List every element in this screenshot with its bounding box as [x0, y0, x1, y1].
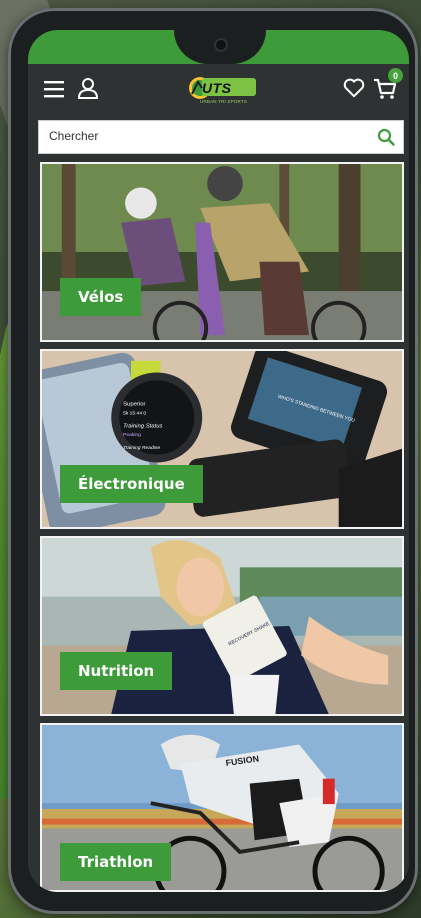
user-icon[interactable]: [76, 76, 100, 100]
search-icon[interactable]: [377, 128, 395, 146]
category-card-nutrition[interactable]: RECOVERY SHAKE Nutrition: [40, 536, 404, 716]
menu-icon[interactable]: [44, 78, 66, 100]
category-label: Vélos: [60, 278, 142, 316]
category-label: Nutrition: [60, 652, 173, 690]
phone-frame: UTS URBAN TRI SPORTS 0 Chercher Vélos Su…: [8, 8, 418, 914]
watch-text: Peaking: [123, 432, 141, 438]
logo-text: UTS: [202, 80, 232, 96]
search-input[interactable]: [49, 129, 349, 143]
category-card-velos[interactable]: Vélos: [40, 162, 404, 342]
front-camera: [214, 38, 228, 52]
cart-count-badge: 0: [388, 68, 403, 83]
category-list: Vélos Superior 5k 15:44 0 Training Statu…: [28, 156, 409, 892]
search-bar-container: [28, 116, 409, 156]
watch-text: Superior: [123, 402, 145, 408]
heart-icon[interactable]: [342, 76, 366, 100]
category-label: Triathlon: [60, 843, 172, 881]
site-logo[interactable]: UTS URBAN TRI SPORTS: [186, 72, 258, 106]
category-card-triathlon[interactable]: FUSION Triathlon: [40, 723, 404, 892]
watch-text: Training Status: [123, 423, 162, 429]
search-box: [38, 120, 404, 154]
category-card-electronique[interactable]: Superior 5k 15:44 0 Training Status Peak…: [40, 349, 404, 529]
watch-text: 5k 15:44 0: [123, 411, 146, 417]
category-label: Électronique: [60, 465, 203, 503]
watch-text: Training Readine: [123, 445, 160, 451]
phone-screen: UTS URBAN TRI SPORTS 0 Chercher Vélos Su…: [28, 30, 409, 892]
app-header: UTS URBAN TRI SPORTS 0: [28, 64, 409, 116]
logo-subtitle: URBAN TRI SPORTS: [200, 99, 248, 104]
